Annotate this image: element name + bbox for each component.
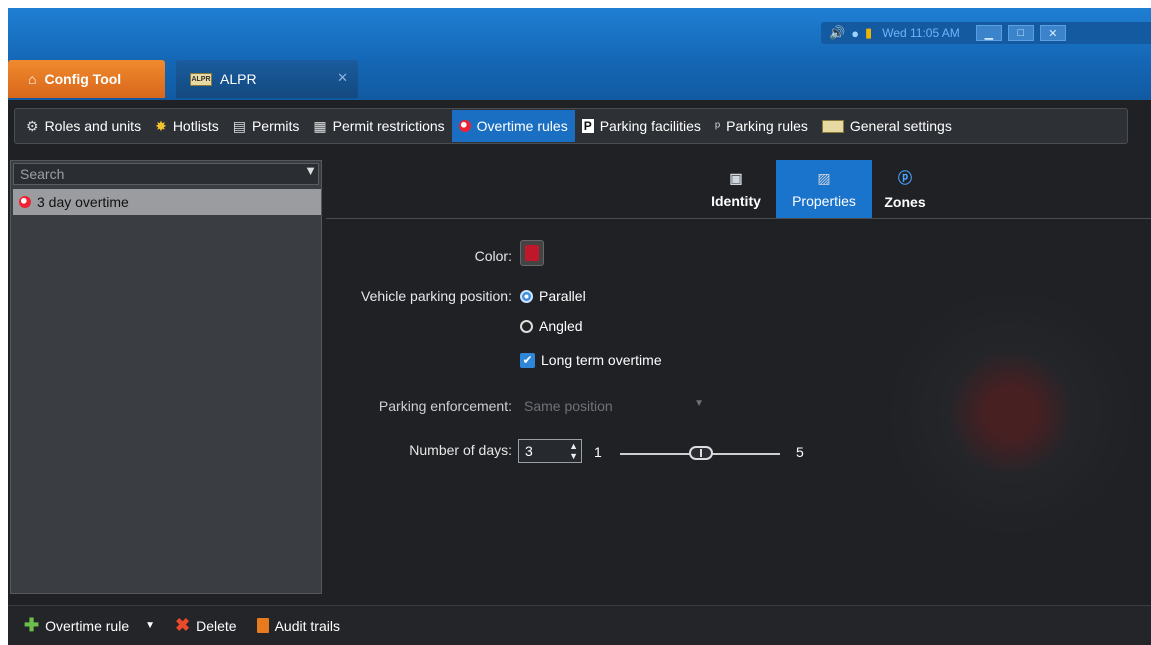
- list-item[interactable]: 3 day overtime: [13, 189, 321, 215]
- slider-max-label: 5: [796, 444, 804, 460]
- tab-roles-and-units[interactable]: ⚙ Roles and units: [19, 110, 148, 142]
- parking-enforcement-select[interactable]: Same position ▼: [524, 398, 704, 414]
- tab-label: Config Tool: [44, 71, 122, 87]
- delete-button[interactable]: ✖ Delete: [175, 615, 237, 636]
- app-window: 🔊 ● ▮ Wed 11:05 AM ▁ □ ✕ ⌂ Config Tool A…: [8, 8, 1151, 645]
- identity-icon: ▣: [729, 169, 743, 186]
- close-tab-icon[interactable]: ✕: [337, 70, 348, 86]
- checkmark-icon: ✔: [520, 352, 535, 368]
- title-bar: 🔊 ● ▮ Wed 11:05 AM ▁ □ ✕ ⌂ Config Tool A…: [8, 8, 1151, 100]
- radio-unselected-icon: [520, 319, 533, 333]
- zones-icon: ⓟ: [898, 170, 912, 186]
- permit-restriction-icon: ▦: [313, 117, 327, 134]
- number-of-days-label: Number of days:: [409, 442, 512, 458]
- radio-angled[interactable]: Angled: [520, 318, 583, 334]
- minimize-button[interactable]: ▁: [975, 25, 1002, 41]
- tab-config-tool[interactable]: ⌂ Config Tool: [8, 60, 165, 98]
- audit-document-icon: [256, 618, 269, 633]
- parking-enforcement-label: Parking enforcement:: [378, 398, 512, 414]
- tab-permits[interactable]: ▤ Permits: [226, 110, 307, 142]
- color-picker[interactable]: [520, 240, 544, 266]
- radio-selected-icon: [520, 289, 533, 303]
- tab-identity[interactable]: ▣ Identity: [706, 160, 766, 218]
- audit-trails-button[interactable]: Audit trails: [256, 618, 340, 634]
- maximize-button[interactable]: □: [1007, 25, 1034, 41]
- color-swatch: [525, 245, 539, 261]
- tab-parking-facilities[interactable]: P Parking facilities: [575, 110, 708, 142]
- slider-min-label: 1: [594, 444, 602, 460]
- pause-icon[interactable]: ▮: [865, 25, 872, 41]
- color-label: Color:: [474, 248, 512, 264]
- subtab-bar: ▣ Identity ▨ Properties ⓟ Zones: [326, 160, 1151, 219]
- stepper-arrows-icon[interactable]: ▲ ▼: [569, 441, 578, 461]
- overtime-icon: [19, 196, 31, 208]
- star-icon: ✸: [155, 117, 167, 134]
- globe-icon[interactable]: ●: [851, 26, 859, 41]
- tab-overtime-rules[interactable]: Overtime rules: [451, 110, 575, 142]
- long-term-overtime-checkbox[interactable]: ✔ Long term overtime: [520, 352, 662, 368]
- days-slider-thumb[interactable]: [689, 446, 713, 460]
- settings-plate-icon: [821, 119, 844, 133]
- filter-icon[interactable]: ▼: [304, 163, 317, 178]
- chevron-down-icon[interactable]: ▼: [145, 620, 155, 631]
- roles-icon: ⚙: [26, 117, 39, 134]
- overtime-icon: [458, 120, 471, 132]
- parking-p-icon: P: [581, 119, 594, 133]
- days-stepper[interactable]: 3 ▲ ▼: [518, 439, 582, 463]
- close-button[interactable]: ✕: [1039, 25, 1066, 41]
- tab-hotlists[interactable]: ✸ Hotlists: [148, 110, 226, 142]
- home-icon: ⌂: [28, 71, 37, 87]
- delete-x-icon: ✖: [175, 615, 191, 635]
- tab-alpr[interactable]: ALPR ALPR ✕: [176, 60, 358, 98]
- speaker-icon[interactable]: 🔊: [829, 25, 845, 41]
- tab-label: ALPR: [220, 71, 257, 87]
- search-input[interactable]: Search: [13, 163, 319, 185]
- clock: Wed 11:05 AM: [882, 26, 960, 40]
- entity-list-panel: Search ▼ 3 day overtime: [10, 160, 322, 594]
- permit-icon: ▤: [232, 117, 246, 134]
- bottom-toolbar: ✚ Overtime rule ▼ ✖ Delete Audit trails: [8, 605, 1151, 645]
- properties-icon: ▨: [817, 169, 831, 186]
- system-tray: 🔊 ● ▮ Wed 11:05 AM ▁ □ ✕: [821, 22, 1151, 44]
- license-plate-icon: ALPR: [190, 72, 212, 86]
- plus-icon: ✚: [24, 615, 40, 635]
- radio-parallel[interactable]: Parallel: [520, 288, 586, 304]
- chevron-down-icon: ▼: [694, 398, 704, 409]
- tab-general-settings[interactable]: General settings: [815, 110, 959, 142]
- parking-position-label: Vehicle parking position:: [361, 288, 512, 304]
- tab-permit-restrictions[interactable]: ▦ Permit restrictions: [306, 110, 451, 142]
- tab-parking-rules[interactable]: ᵖ Parking rules: [708, 110, 815, 142]
- tab-properties[interactable]: ▨ Properties: [776, 160, 872, 218]
- add-overtime-rule-button[interactable]: ✚ Overtime rule ▼: [24, 615, 155, 636]
- background-watermark: [866, 263, 1151, 563]
- parking-rules-icon: ᵖ: [714, 118, 721, 134]
- tab-zones[interactable]: ⓟ Zones: [880, 160, 930, 218]
- module-tabs: ⚙ Roles and units ✸ Hotlists ▤ Permits ▦ Per…: [14, 108, 1128, 144]
